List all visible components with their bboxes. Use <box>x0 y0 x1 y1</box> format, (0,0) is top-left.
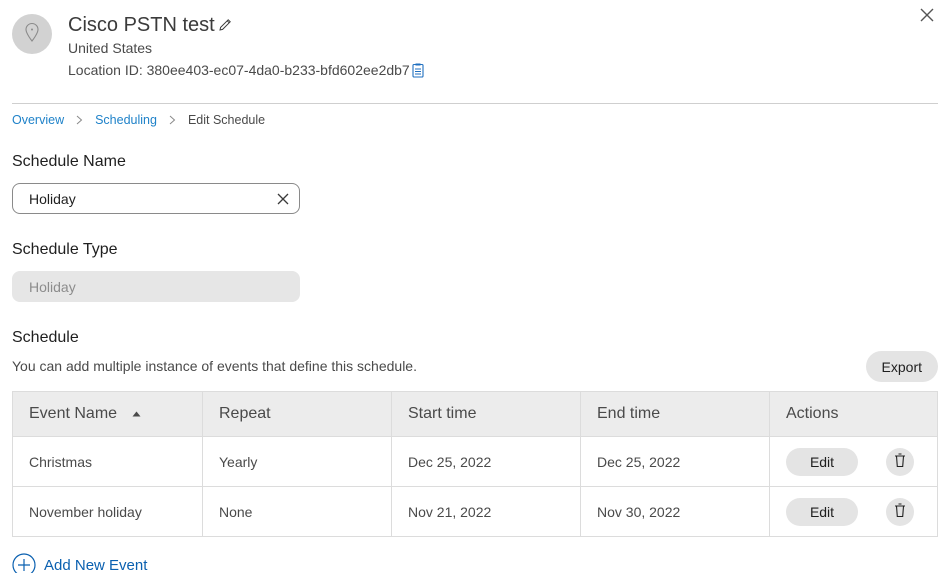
cell-repeat: Yearly <box>202 436 392 487</box>
schedule-name-label: Schedule Name <box>12 153 126 170</box>
location-avatar <box>12 14 52 54</box>
schedule-description: You can add multiple instance of events … <box>12 358 417 374</box>
schedule-type-input <box>29 278 289 295</box>
column-header-event-name[interactable]: Event Name <box>12 391 203 437</box>
cell-event-name: Christmas <box>12 436 203 487</box>
schedule-section-title: Schedule <box>12 329 79 346</box>
cell-end-time: Nov 30, 2022 <box>580 486 770 537</box>
edit-button[interactable]: Edit <box>786 447 858 476</box>
breadcrumb-scheduling[interactable]: Scheduling <box>95 113 157 127</box>
edit-button[interactable]: Edit <box>786 497 858 526</box>
sort-ascending-icon[interactable] <box>132 411 141 417</box>
chevron-right-icon <box>169 115 176 125</box>
schedule-type-label: Schedule Type <box>12 241 118 258</box>
trash-icon <box>894 452 906 471</box>
location-country: United States <box>68 40 153 56</box>
breadcrumb-current: Edit Schedule <box>187 113 266 127</box>
cell-actions: Edit <box>769 486 938 537</box>
column-header-repeat: Repeat <box>202 391 392 437</box>
table-row: November holiday None Nov 21, 2022 Nov 3… <box>12 486 938 537</box>
location-title-row: Cisco PSTN test <box>68 12 424 38</box>
export-button[interactable]: Export <box>865 351 938 382</box>
delete-button[interactable] <box>885 497 914 526</box>
add-new-event-label: Add New Event <box>44 556 148 573</box>
cell-start-time: Nov 21, 2022 <box>391 486 581 537</box>
cell-repeat: None <box>202 486 392 537</box>
location-header: Cisco PSTN test United States Location I… <box>12 8 938 104</box>
clipboard-icon[interactable] <box>412 63 424 78</box>
cell-actions: Edit <box>769 436 938 487</box>
trash-icon <box>894 502 906 521</box>
pencil-icon[interactable] <box>217 17 233 33</box>
cell-event-name: November holiday <box>12 486 203 537</box>
add-new-event-button[interactable]: Add New Event <box>12 553 147 573</box>
breadcrumb: Overview Scheduling Edit Schedule <box>12 113 265 127</box>
table-header-row: Event Name Repeat Start time End time Ac… <box>12 391 938 437</box>
map-pin-icon <box>24 22 40 47</box>
events-table: Event Name Repeat Start time End time Ac… <box>12 391 938 537</box>
cell-end-time: Dec 25, 2022 <box>580 436 770 487</box>
location-title: Cisco PSTN test <box>68 14 215 36</box>
clear-input-icon[interactable] <box>277 193 289 205</box>
location-id: Location ID: 380ee403-ec07-4da0-b233-bfd… <box>68 62 410 78</box>
column-header-actions: Actions <box>769 391 938 437</box>
breadcrumb-overview[interactable]: Overview <box>12 113 64 127</box>
schedule-name-field[interactable] <box>12 183 300 214</box>
plus-circle-icon <box>12 553 36 573</box>
schedule-name-input[interactable] <box>29 190 277 207</box>
close-icon <box>920 8 934 27</box>
column-header-start-time: Start time <box>391 391 581 437</box>
location-id-row: Location ID: 380ee403-ec07-4da0-b233-bfd… <box>68 61 424 79</box>
delete-button[interactable] <box>885 447 914 476</box>
table-row: Christmas Yearly Dec 25, 2022 Dec 25, 20… <box>12 436 938 487</box>
column-header-end-time: End time <box>580 391 770 437</box>
cell-start-time: Dec 25, 2022 <box>391 436 581 487</box>
close-button[interactable] <box>916 6 938 28</box>
chevron-right-icon <box>76 115 83 125</box>
schedule-type-field <box>12 271 300 302</box>
